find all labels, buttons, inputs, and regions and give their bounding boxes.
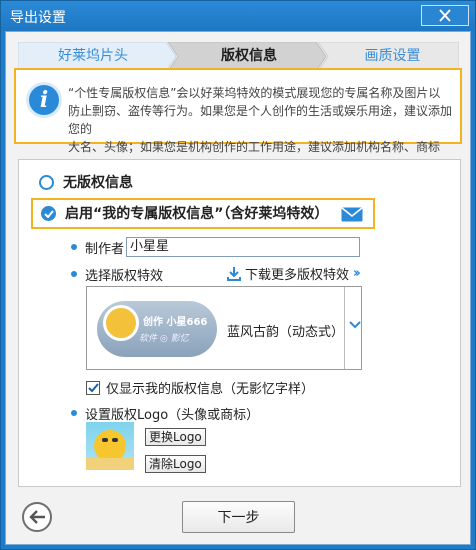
only-mine-option[interactable]: 仅显示我的版权信息（无影忆字样） xyxy=(86,378,314,397)
effect-label: 选择版权特效 xyxy=(85,269,164,284)
arrow-left-icon xyxy=(29,510,45,524)
only-mine-label: 仅显示我的版权信息（无影忆字样） xyxy=(106,382,315,397)
no-copyright-label: 无版权信息 xyxy=(63,175,133,191)
info-box: i “个性专属版权信息”会以好莱坞特效的模式展现您的专属名称及图片以 防止剽窃、… xyxy=(14,68,462,154)
enable-copyright-label: 启用“我的专属版权信息”（含好莱坞特效） xyxy=(65,206,329,222)
change-logo-button[interactable]: 更换Logo xyxy=(145,428,206,446)
mail-icon xyxy=(341,207,363,222)
close-button[interactable] xyxy=(421,5,469,26)
thumb-software-text: 软件 ◎ 影忆 xyxy=(139,334,189,344)
info-text: “个性专属版权信息”会以好莱坞特效的模式展现您的专属名称及图片以 防止剽窃、盗传… xyxy=(68,84,458,156)
no-copyright-option[interactable]: 无版权信息 xyxy=(39,170,133,194)
chevron-down-icon[interactable] xyxy=(349,321,361,329)
copyright-panel: 无版权信息 启用“我的专属版权信息”（含好莱坞特效） 制作者 小星星 选择版权特… xyxy=(18,159,461,487)
close-icon xyxy=(439,9,451,22)
checkmark-icon xyxy=(44,209,54,218)
only-mine-checkbox[interactable] xyxy=(86,380,100,395)
download-more-effects-link[interactable]: 下载更多版权特效 ›› xyxy=(227,264,361,283)
back-button[interactable] xyxy=(22,502,52,532)
info-line: “个性专属版权信息”会以好莱坞特效的模式展现您的专属名称及图片以 xyxy=(68,86,441,100)
bullet-dot xyxy=(71,410,77,416)
author-label: 制作者 xyxy=(85,242,125,257)
clear-logo-button[interactable]: 清除Logo xyxy=(145,455,206,473)
info-line: 大名、头像；如果您是机构创作的工作用途，建议添加机构名称、商标 xyxy=(68,140,441,154)
step-quality-settings: 画质设置 xyxy=(364,48,421,64)
checkmark-icon xyxy=(88,382,99,392)
bullet-dot xyxy=(71,244,77,250)
logo-label: 设置版权Logo（头像或商标） xyxy=(85,408,260,423)
next-step-button[interactable]: 下一步 xyxy=(182,501,295,533)
bullet-dot xyxy=(71,271,77,277)
logo-preview-image xyxy=(86,422,134,470)
step-indicator: 好莱坞片头 版权信息 画质设置 xyxy=(18,42,459,71)
radio-unchecked[interactable] xyxy=(39,174,54,190)
download-icon xyxy=(227,266,241,281)
title-bar: 导出设置 xyxy=(1,1,475,31)
step-hollywood-intro[interactable]: 好莱坞片头 xyxy=(18,42,168,71)
thumb-author-text: 创作 小星666 xyxy=(143,317,208,328)
radio-checked[interactable] xyxy=(41,205,56,221)
dialog-body: 好莱坞片头 版权信息 画质设置 i “个性专属版权信息”会以好莱坞特效的模式展现… xyxy=(5,31,471,545)
effect-dropdown[interactable]: 创作 小星666 软件 ◎ 影忆 蓝风古韵（动态式） xyxy=(86,286,362,370)
export-settings-dialog: 导出设置 好莱坞片头 版权信息 画质设置 i “个性专属版权信息”会以好莱坞特效… xyxy=(0,0,476,550)
info-line: 防止剽窃、盗传等行为。如果您是个人创作的生活或娱乐用途，建议添加您的 xyxy=(68,104,453,136)
enable-copyright-option[interactable]: 启用“我的专属版权信息”（含好莱坞特效） xyxy=(41,201,328,225)
step-copyright-info: 版权信息 xyxy=(221,48,277,64)
window-title: 导出设置 xyxy=(10,10,66,26)
download-link-text: 下载更多版权特效 xyxy=(245,268,350,283)
sun-eye xyxy=(112,438,118,442)
info-icon: i xyxy=(26,82,62,118)
effect-name: 蓝风古韵（动态式） xyxy=(227,325,345,340)
sun-eye xyxy=(102,438,108,442)
effect-thumbnail: 创作 小星666 软件 ◎ 影忆 xyxy=(97,301,217,357)
sun-mascot-image xyxy=(103,305,139,341)
enable-copyright-highlight: 启用“我的专属版权信息”（含好莱坞特效） xyxy=(31,198,375,229)
author-input[interactable]: 小星星 xyxy=(126,237,360,257)
dropdown-divider xyxy=(344,287,345,369)
double-chevron-icon: ›› xyxy=(353,266,361,281)
beach-sand xyxy=(86,458,134,470)
